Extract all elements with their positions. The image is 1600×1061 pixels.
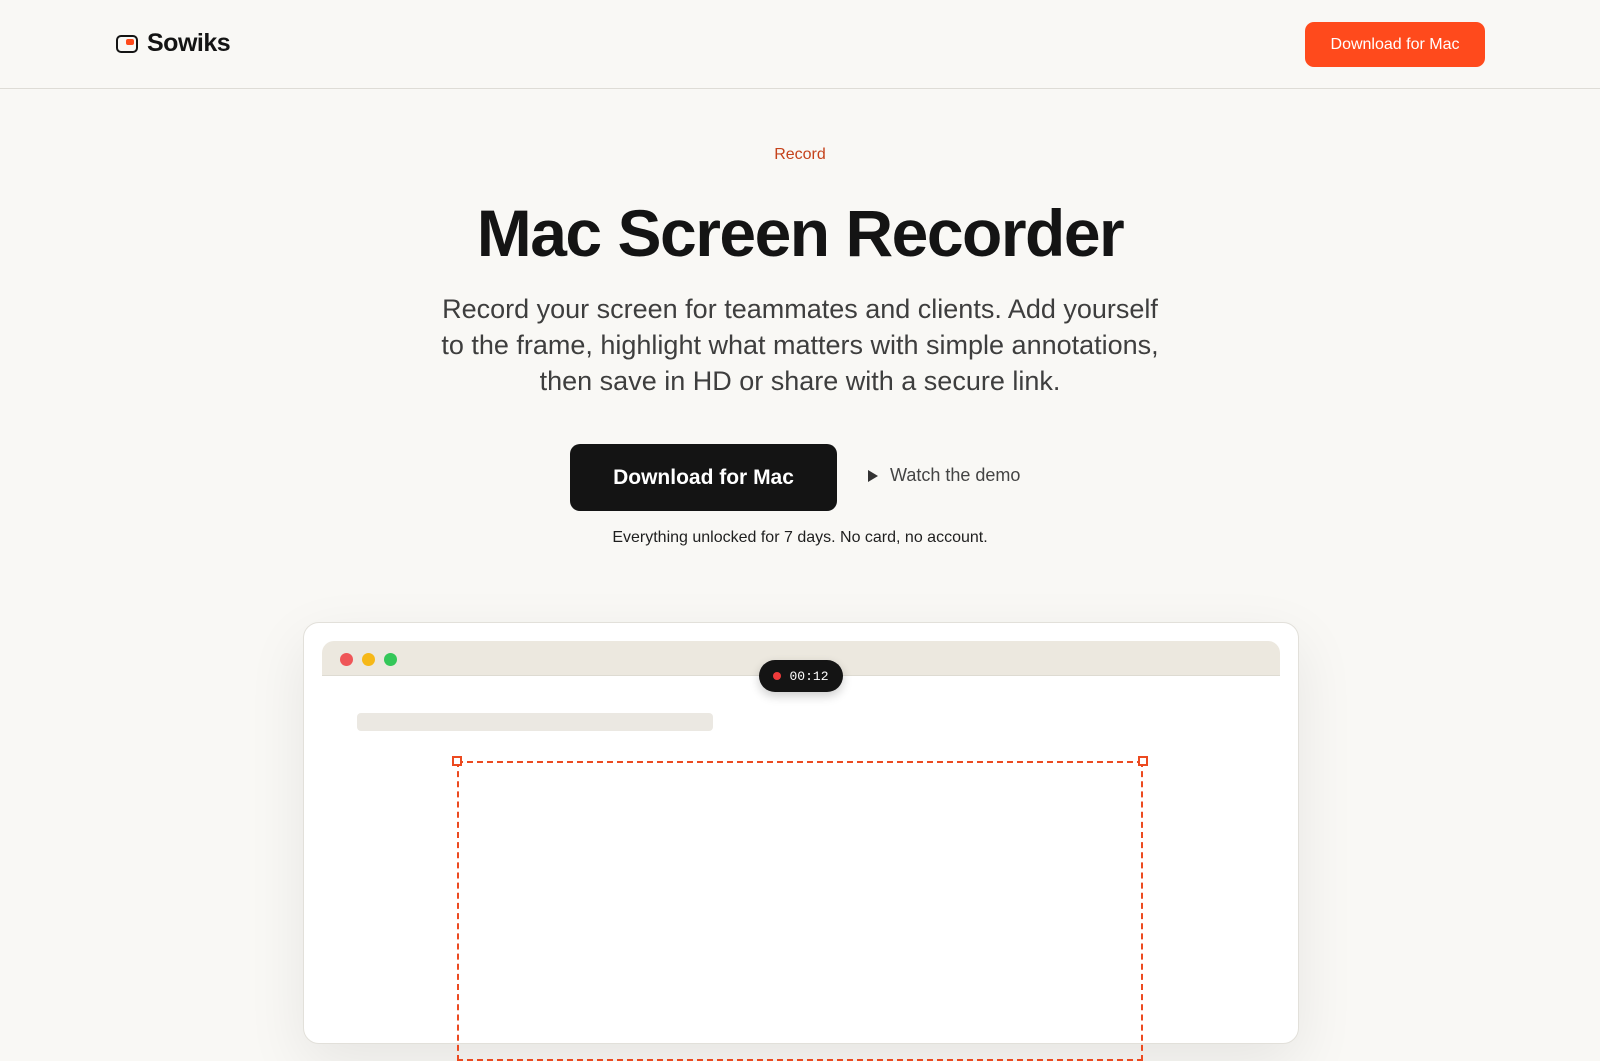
resize-handle-top-left[interactable] xyxy=(452,756,462,766)
record-dot-icon xyxy=(773,672,782,680)
recording-time: 00:12 xyxy=(789,668,829,684)
zoom-dot-icon xyxy=(384,653,397,666)
logo-icon xyxy=(116,34,138,53)
header-download-button[interactable]: Download for Mac xyxy=(1305,22,1485,67)
watch-demo-label: Watch the demo xyxy=(890,465,1021,485)
recording-indicator: 00:12 xyxy=(759,660,843,692)
download-button[interactable]: Download for Mac xyxy=(570,444,837,511)
hero-subtitle: Record your screen for teammates and cli… xyxy=(441,294,1159,396)
play-icon xyxy=(868,469,878,482)
page-title: Mac Screen Recorder xyxy=(476,196,1125,270)
resize-handle-top-right[interactable] xyxy=(1138,756,1148,766)
placeholder-line xyxy=(357,713,713,731)
minimize-dot-icon xyxy=(362,653,375,666)
trial-note: Everything unlocked for 7 days. No card,… xyxy=(612,529,988,546)
capture-selection-area xyxy=(452,756,1148,1061)
eyebrow-label: Record xyxy=(774,146,826,163)
brand[interactable]: Sowiks xyxy=(116,29,231,58)
close-dot-icon xyxy=(340,653,353,666)
brand-name: Sowiks xyxy=(147,29,231,57)
cta-row: Download for Mac Watch the demo xyxy=(0,444,1600,511)
watch-demo-link[interactable]: Watch the demo xyxy=(868,465,1020,486)
app-preview-window: 00:12 xyxy=(303,622,1299,1061)
site-header: Sowiks Download for Mac xyxy=(0,0,1600,89)
